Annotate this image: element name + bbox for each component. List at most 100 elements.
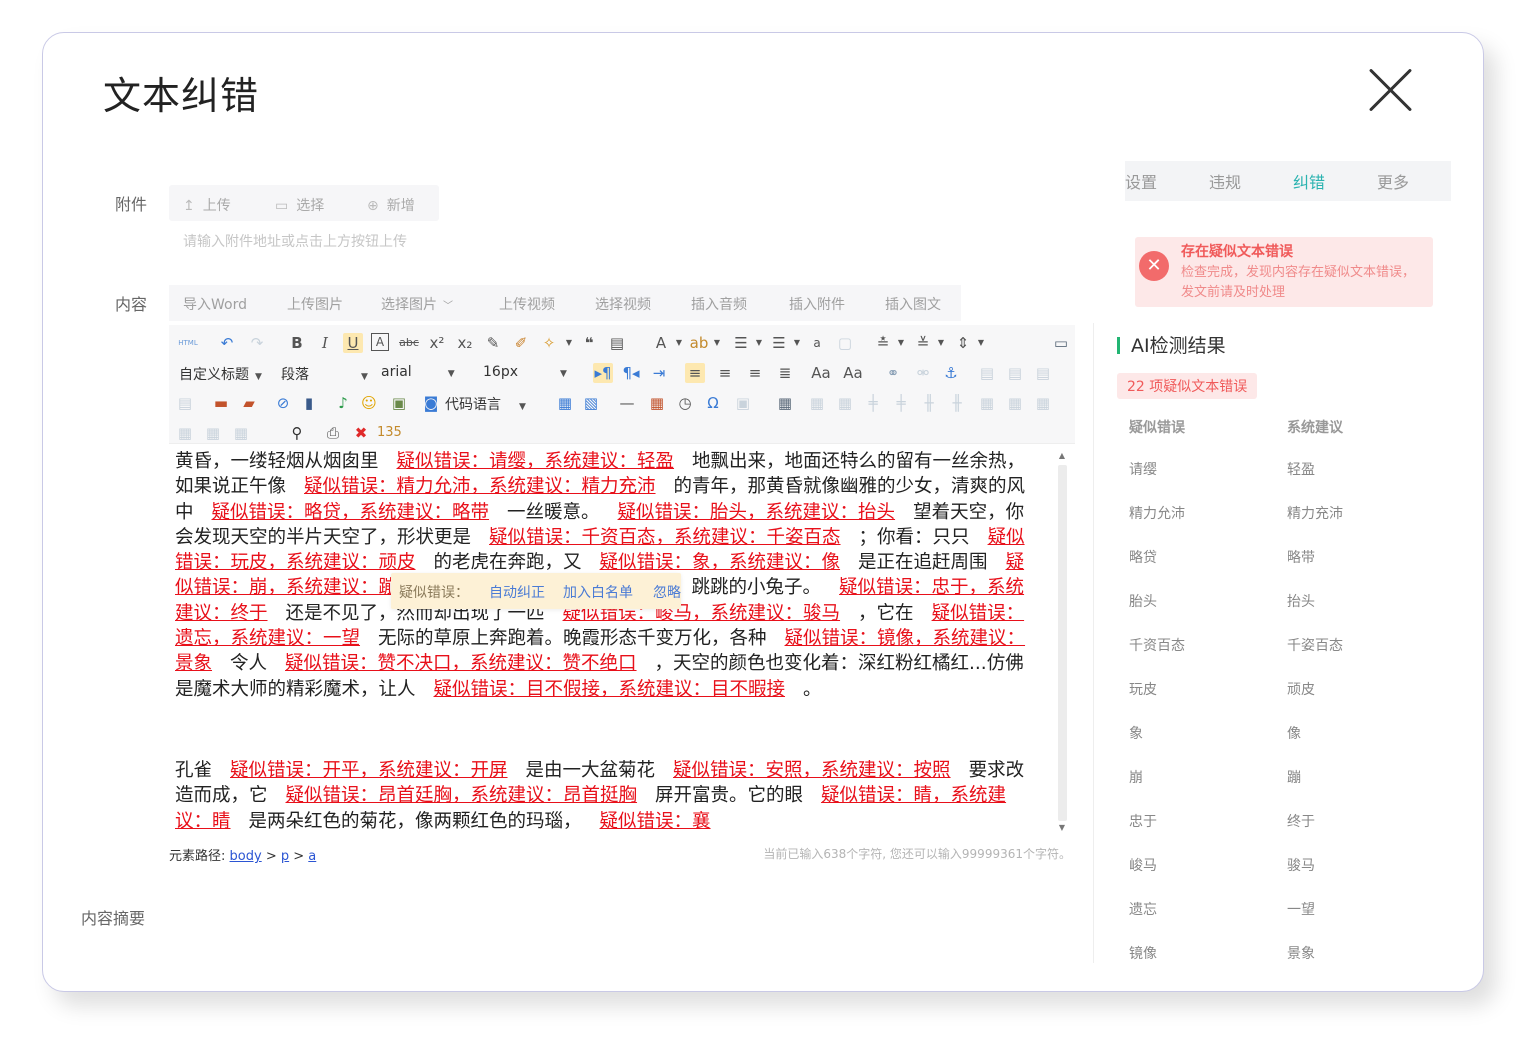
row-spacing-bottom-icon[interactable]: ≚ <box>913 333 933 353</box>
template-icon[interactable]: ▦ <box>555 393 575 413</box>
result-row[interactable]: 请缨 轻盈 <box>1129 459 1449 479</box>
lowercase-icon[interactable]: Aa <box>843 363 863 383</box>
delete-table-icon[interactable]: ▦ <box>807 393 827 413</box>
merge-down-icon[interactable]: ▦ <box>1033 393 1053 413</box>
music-icon[interactable]: ♪ <box>333 393 353 413</box>
error-mark[interactable]: 疑似错误：胎头，系统建议：抬头 <box>618 502 896 523</box>
undo-icon[interactable]: ↶ <box>217 333 237 353</box>
chevron-down-icon[interactable]: ▼ <box>891 333 911 353</box>
background-color-icon[interactable]: ab <box>689 333 709 353</box>
error-mark[interactable]: 疑似错误：开平，系统建议：开屏 <box>230 760 508 781</box>
chevron-down-icon[interactable]: ▼ <box>749 333 769 353</box>
wordimage-icon[interactable]: ▣ <box>733 393 753 413</box>
error-mark[interactable]: 疑似错误：精力允沛，系统建议：精力充沛 <box>304 476 656 497</box>
error-mark[interactable]: 疑似错误：象，系统建议：像 <box>600 552 841 573</box>
insert-col-icon[interactable]: ╫ <box>919 393 939 413</box>
scroll-thumb[interactable] <box>1058 465 1067 821</box>
background-icon[interactable]: ▧ <box>581 393 601 413</box>
blockquote-icon[interactable]: ❝ <box>579 333 599 353</box>
path-a-link[interactable]: a <box>308 849 316 864</box>
chevron-down-icon[interactable]: ▼ <box>559 333 579 353</box>
delete-col-icon[interactable]: ╫ <box>947 393 967 413</box>
upload-button[interactable]: ↥ 上传 <box>183 195 231 215</box>
chevron-down-icon[interactable]: ▼ <box>669 333 689 353</box>
font-border-icon[interactable]: A <box>371 333 389 351</box>
merge-right-icon[interactable]: ▦ <box>1005 393 1025 413</box>
spell-check-icon[interactable]: ✖ <box>351 423 371 443</box>
error-mark[interactable]: 疑似错误：襄 <box>600 811 711 832</box>
heading-select[interactable]: 自定义标题 ▼ <box>179 364 262 384</box>
strikethrough-icon[interactable]: abc <box>399 333 419 353</box>
result-row[interactable]: 象像 <box>1129 723 1449 743</box>
scrawl-icon[interactable]: ▣ <box>389 393 409 413</box>
code-icon[interactable]: ◙ <box>421 393 441 413</box>
image-float-right-icon[interactable]: ▤ <box>1033 363 1053 383</box>
ordered-list-icon[interactable]: ☰ <box>731 333 751 353</box>
split-rows-icon[interactable]: ▦ <box>203 423 223 443</box>
insert-paragraph-before-table-icon[interactable]: ▦ <box>835 393 855 413</box>
bold-icon[interactable]: B <box>287 333 307 353</box>
html-source-icon[interactable]: HTML <box>175 333 201 353</box>
scroll-up-icon[interactable]: ▲ <box>1055 451 1069 460</box>
special-char-icon[interactable]: Ω <box>703 393 723 413</box>
error-mark[interactable]: 疑似错误：安照，系统建议：按照 <box>673 760 951 781</box>
auto-format-icon[interactable]: ✧ <box>539 333 559 353</box>
indent-icon[interactable]: ⇥ <box>649 363 669 383</box>
import-word-button[interactable]: 导入Word <box>183 294 247 314</box>
clear-doc-icon[interactable]: ▢ <box>835 333 855 353</box>
scroll-down-icon[interactable]: ▼ <box>1055 823 1069 832</box>
search-replace-icon[interactable]: ⚲ <box>287 423 307 443</box>
insert-image-icon[interactable]: ▰ <box>239 393 259 413</box>
tab-settings[interactable]: 设置 <box>1125 169 1157 193</box>
align-center-icon[interactable]: ≡ <box>715 363 735 383</box>
emotion-icon[interactable]: ☺ <box>359 393 379 413</box>
error-mark[interactable]: 疑似错误：目不假接，系统建议：目不暇接 <box>434 679 786 700</box>
add-whitelist-link[interactable]: 加入白名单 <box>563 582 633 602</box>
paste-text-icon[interactable]: ▤ <box>607 333 627 353</box>
insert-row-icon[interactable]: ╪ <box>863 393 883 413</box>
redo-icon[interactable]: ↷ <box>247 333 267 353</box>
align-left-icon[interactable]: ≡ <box>685 363 705 383</box>
auto-correct-link[interactable]: 自动纠正 <box>489 582 545 602</box>
upload-image-button[interactable]: 上传图片 <box>287 294 343 314</box>
error-mark[interactable]: 疑似错误：请缨，系统建议：轻盈 <box>397 451 675 472</box>
insert-image-text-button[interactable]: 插入图文 <box>885 294 941 314</box>
ignore-link[interactable]: 忽略 <box>653 582 681 602</box>
image-float-left-icon[interactable]: ▤ <box>1005 363 1025 383</box>
align-justify-icon[interactable]: ≣ <box>775 363 795 383</box>
editor-content[interactable]: 黄昏，一缕轻烟从烟囱里 疑似错误：请缨，系统建议：轻盈 地飘出来，地面还特么的留有一… <box>169 449 1053 839</box>
result-row[interactable]: 胎头 抬头 <box>1129 591 1449 611</box>
result-row[interactable]: 略贷 略带 <box>1129 547 1449 567</box>
result-row[interactable]: 遗忘 一望 <box>1129 899 1449 919</box>
image-center-icon[interactable]: ▤ <box>175 393 195 413</box>
result-row[interactable]: 峻马 骏马 <box>1129 855 1449 875</box>
ltr-icon[interactable]: ▸¶ <box>593 363 613 383</box>
horizontal-rule-icon[interactable]: — <box>617 393 637 413</box>
tab-correction[interactable]: 纠错 <box>1293 169 1325 193</box>
anchor-icon[interactable]: ⚓ <box>941 363 961 383</box>
font-color-icon[interactable]: A <box>651 333 671 353</box>
fullscreen-icon[interactable]: ▭ <box>1051 333 1071 353</box>
time-icon[interactable]: ◷ <box>675 393 695 413</box>
underline-icon[interactable]: U <box>343 333 363 353</box>
print-icon[interactable]: ⎙ <box>323 423 343 443</box>
result-row[interactable]: 镜像 景象 <box>1129 943 1449 963</box>
font-size-select[interactable]: 16px ▼ <box>483 364 567 380</box>
eraser-icon[interactable]: ✎ <box>483 333 503 353</box>
code-language-select[interactable]: 代码语言 ▼ <box>445 394 526 414</box>
subscript-icon[interactable]: x₂ <box>455 333 475 353</box>
font-family-select[interactable]: arial ▼ <box>381 364 455 380</box>
error-mark[interactable]: 疑似错误：赞不决口，系统建议：赞不绝口 <box>285 653 637 674</box>
result-row[interactable]: 精力允沛 精力充沛 <box>1129 503 1449 523</box>
add-button[interactable]: ⊕ 新增 <box>367 195 415 215</box>
split-cols-icon[interactable]: ▦ <box>231 423 251 443</box>
select-button[interactable]: ▭ 选择 <box>275 195 324 215</box>
italic-icon[interactable]: I <box>315 333 335 353</box>
word-count-icon[interactable]: 135 <box>377 423 402 443</box>
select-video-button[interactable]: 选择视频 <box>595 294 651 314</box>
error-mark[interactable]: 疑似错误：昂首廷胸，系统建议：昂首挺胸 <box>286 785 638 806</box>
chevron-down-icon[interactable]: ▼ <box>931 333 951 353</box>
paragraph-select[interactable]: 段落 ▼ <box>281 364 368 384</box>
select-all-icon[interactable]: a <box>807 333 827 353</box>
superscript-icon[interactable]: x² <box>427 333 447 353</box>
